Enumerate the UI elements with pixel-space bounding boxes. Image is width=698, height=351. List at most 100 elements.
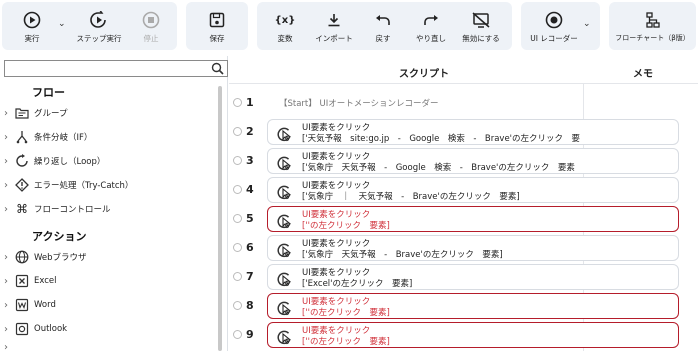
- undo-icon: [372, 10, 394, 30]
- ui-click-icon: [277, 329, 293, 347]
- variables-button[interactable]: {x} 変数: [265, 2, 305, 50]
- row-handle-icon[interactable]: [233, 98, 242, 107]
- script-row[interactable]: 7 UI要素をクリック ['Excel'の左クリック 要素]: [229, 262, 698, 291]
- action-card[interactable]: UI要素をクリック [''の左クリック 要素]: [267, 293, 679, 319]
- sidebar-item-word[interactable]: › Word: [0, 295, 216, 315]
- action-card[interactable]: UI要素をクリック [''の左クリック 要素]: [267, 322, 679, 348]
- row-number: 9: [246, 328, 254, 341]
- chevron-right-icon[interactable]: ›: [0, 108, 12, 119]
- stop-icon: [140, 10, 162, 30]
- action-detail: [''の左クリック 要素]: [302, 337, 390, 347]
- script-row[interactable]: 3 UI要素をクリック ['気象庁 天気予報 - Google 検索 - Brave…: [229, 146, 698, 175]
- ui-click-icon: [277, 271, 293, 289]
- flow-section-header: フロー: [32, 86, 65, 99]
- row-number: 2: [246, 125, 254, 138]
- sidebar-item-web-browser[interactable]: › Webブラウザ: [0, 247, 216, 267]
- flowchart-button[interactable]: フローチャート（β版）: [611, 2, 694, 50]
- script-row[interactable]: 5 UI要素をクリック [''の左クリック 要素]: [229, 204, 698, 233]
- row-handle-icon[interactable]: [233, 185, 242, 194]
- disable-button[interactable]: 無効にする: [457, 2, 505, 50]
- row-handle-icon[interactable]: [233, 214, 242, 223]
- globe-icon: [14, 249, 30, 265]
- step-play-icon: [88, 10, 110, 30]
- row-handle-icon[interactable]: [233, 127, 242, 136]
- variables-label: 変数: [277, 34, 293, 43]
- sidebar-item-label: Outlook: [34, 324, 68, 334]
- run-button[interactable]: 実行: [10, 2, 54, 50]
- ui-click-icon: [277, 155, 293, 173]
- disable-icon: [470, 10, 492, 30]
- action-card[interactable]: UI要素をクリック ['Excel'の左クリック 要素]: [267, 264, 679, 290]
- row-handle-icon[interactable]: [233, 272, 242, 281]
- script-row[interactable]: 4 UI要素をクリック ['気象庁 ｜ 天気予報 - Brave'の左クリック 要素…: [229, 175, 698, 204]
- run-dropdown-chevron-icon[interactable]: ⌄: [58, 19, 66, 29]
- redo-button[interactable]: やり直し: [409, 2, 453, 50]
- row-handle-icon[interactable]: [233, 156, 242, 165]
- redo-icon: [420, 10, 442, 30]
- script-row-start[interactable]: 1 【Start】 UIオートメーションレコーダー: [229, 88, 698, 117]
- chevron-right-icon[interactable]: ›: [0, 324, 12, 335]
- recorder-group: UI レコーダー ⌄: [521, 2, 600, 50]
- sidebar-item-label: Word: [34, 300, 56, 310]
- action-detail: ['気象庁 ｜ 天気予報 - Brave'の左クリック 要素]: [302, 192, 520, 202]
- script-row[interactable]: 2 UI要素をクリック ['天気予報 site:go.jp - Google 検索 …: [229, 117, 698, 146]
- sidebar-search-input[interactable]: [4, 60, 228, 77]
- row-handle-icon[interactable]: [233, 301, 242, 310]
- action-card[interactable]: UI要素をクリック [''の左クリック 要素]: [267, 206, 679, 232]
- recorder-dropdown-chevron-icon[interactable]: ⌄: [583, 19, 591, 29]
- stop-button[interactable]: 停止: [134, 2, 168, 50]
- import-label: インポート: [315, 34, 353, 43]
- chevron-right-icon[interactable]: ›: [0, 132, 12, 143]
- chevron-right-icon[interactable]: ›: [0, 156, 12, 167]
- sidebar-item-if[interactable]: › 条件分岐（IF）: [0, 127, 216, 147]
- script-editor: スクリプト メモ 1 【Start】 UIオートメーションレコーダー 2 UI要素…: [229, 56, 698, 351]
- step-run-button[interactable]: ステップ実行: [68, 2, 130, 50]
- record-icon: [543, 10, 565, 30]
- word-icon: [14, 297, 30, 313]
- action-detail: [''の左クリック 要素]: [302, 221, 390, 231]
- chevron-right-icon[interactable]: ›: [0, 204, 12, 215]
- sidebar-item-partial[interactable]: ›: [0, 343, 216, 351]
- ui-recorder-button[interactable]: UI レコーダー: [525, 2, 583, 50]
- script-row[interactable]: 9 UI要素をクリック [''の左クリック 要素]: [229, 320, 698, 349]
- column-header: スクリプト メモ: [229, 56, 698, 84]
- save-button[interactable]: 保存: [195, 2, 239, 50]
- sidebar-item-outlook[interactable]: › Outlook: [0, 319, 216, 339]
- sidebar-scrollbar[interactable]: [218, 86, 222, 351]
- row-handle-icon[interactable]: [233, 243, 242, 252]
- import-button[interactable]: インポート: [309, 2, 359, 50]
- action-card[interactable]: UI要素をクリック ['気象庁 天気予報 - Brave'の左クリック 要素]: [267, 235, 679, 261]
- edit-group: {x} 変数 インポート 戻す やり直し 無効にする: [257, 2, 512, 50]
- chevron-right-icon[interactable]: ›: [0, 300, 12, 311]
- ui-click-icon: [277, 184, 293, 202]
- chevron-right-icon[interactable]: ›: [0, 343, 12, 351]
- row-handle-icon[interactable]: [233, 330, 242, 339]
- sidebar-item-label: フローコントロール: [34, 205, 111, 215]
- loop-icon: [14, 153, 30, 169]
- action-detail: ['Excel'の左クリック 要素]: [302, 279, 413, 289]
- row-number: 1: [246, 96, 254, 109]
- script-row[interactable]: 8 UI要素をクリック [''の左クリック 要素]: [229, 291, 698, 320]
- row-number: 5: [246, 212, 254, 225]
- command-icon: ⌘: [16, 202, 28, 216]
- search-icon[interactable]: [211, 62, 224, 78]
- save-icon: [206, 10, 228, 30]
- play-icon: [21, 10, 43, 30]
- script-row[interactable]: 6 UI要素をクリック ['気象庁 天気予報 - Brave'の左クリック 要素]: [229, 233, 698, 262]
- action-card[interactable]: UI要素をクリック ['気象庁 ｜ 天気予報 - Brave'の左クリック 要素]: [267, 177, 679, 203]
- chevron-right-icon[interactable]: ›: [0, 180, 12, 191]
- undo-button[interactable]: 戻す: [365, 2, 401, 50]
- sidebar-item-label: エラー処理（Try-Catch）: [34, 181, 134, 191]
- chevron-right-icon[interactable]: ›: [0, 276, 12, 287]
- flowchart-group: フローチャート（β版）: [609, 2, 696, 50]
- sidebar-item-loop[interactable]: › 繰り返し（Loop）: [0, 151, 216, 171]
- sidebar-item-try-catch[interactable]: › エラー処理（Try-Catch）: [0, 175, 216, 195]
- chevron-right-icon[interactable]: ›: [0, 252, 12, 263]
- sidebar-item-excel[interactable]: › Excel: [0, 271, 216, 291]
- redo-label: やり直し: [416, 34, 446, 43]
- sidebar-item-group[interactable]: › グループ: [0, 103, 216, 123]
- action-card[interactable]: UI要素をクリック ['気象庁 天気予報 - Google 検索 - Brave'…: [267, 148, 679, 174]
- action-card[interactable]: UI要素をクリック ['天気予報 site:go.jp - Google 検索 -…: [267, 119, 679, 145]
- ui-click-icon: [277, 300, 293, 318]
- sidebar-item-flow-control[interactable]: › ⌘ フローコントロール: [0, 199, 216, 219]
